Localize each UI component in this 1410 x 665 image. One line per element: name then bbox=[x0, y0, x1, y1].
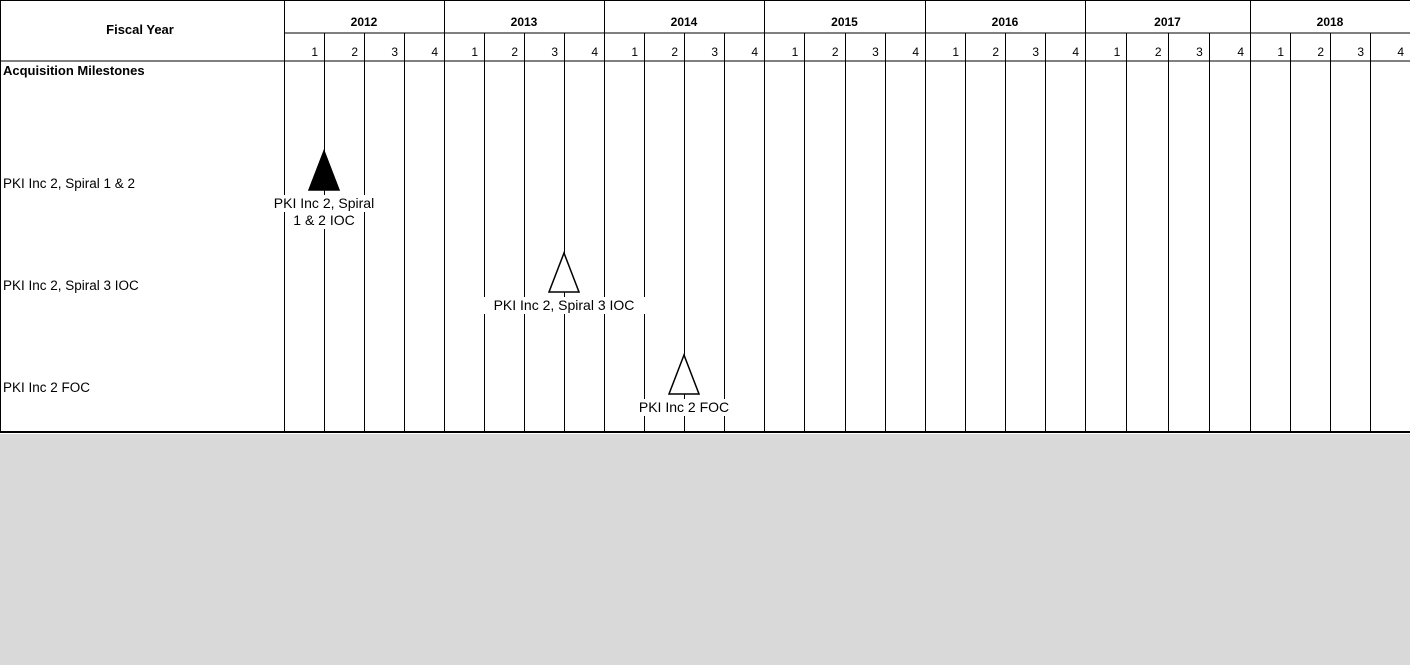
quarter-label: 4 bbox=[1397, 45, 1404, 59]
open-milestone-triangle bbox=[667, 352, 701, 395]
row-labels: PKI Inc 2, Spiral 1 & 2 PKI Inc 2, Spiral… bbox=[3, 176, 139, 395]
row-label: PKI Inc 2, Spiral 1 & 2 bbox=[3, 176, 135, 191]
milestone-label: PKI Inc 2, Spiral bbox=[274, 195, 374, 211]
quarter-label: 1 bbox=[631, 45, 638, 59]
quarter-label: 1 bbox=[1114, 45, 1121, 59]
quarter-label: 1 bbox=[792, 45, 799, 59]
milestone-label: 1 & 2 IOC bbox=[293, 212, 354, 228]
quarter-label: 2 bbox=[1155, 45, 1162, 59]
row-label: PKI Inc 2 FOC bbox=[3, 380, 90, 395]
quarter-label: 3 bbox=[391, 45, 398, 59]
year-label: 2013 bbox=[511, 15, 538, 29]
quarter-label: 4 bbox=[912, 45, 919, 59]
quarter-label: 2 bbox=[671, 45, 678, 59]
open-milestone-triangle bbox=[547, 250, 581, 293]
year-label: 2016 bbox=[992, 15, 1019, 29]
quarter-label: 1 bbox=[311, 45, 318, 59]
quarter-label: 2 bbox=[351, 45, 358, 59]
quarter-label: 3 bbox=[872, 45, 879, 59]
section-label: Acquisition Milestones bbox=[3, 63, 145, 78]
quarter-label: 2 bbox=[511, 45, 518, 59]
year-label: 2017 bbox=[1154, 15, 1181, 29]
milestone-label: PKI Inc 2, Spiral 3 IOC bbox=[494, 297, 635, 313]
quarter-label: 1 bbox=[952, 45, 959, 59]
year-label: 2018 bbox=[1317, 15, 1344, 29]
filled-milestone-triangle bbox=[307, 148, 341, 191]
quarter-label: 1 bbox=[1277, 45, 1284, 59]
quarter-label: 4 bbox=[591, 45, 598, 59]
milestone-label: PKI Inc 2 FOC bbox=[639, 399, 729, 415]
quarter-label: 4 bbox=[431, 45, 438, 59]
quarter-label: 2 bbox=[1317, 45, 1324, 59]
milestone-chart: Fiscal Year Acquisition Milestones 2012 2… bbox=[0, 0, 1410, 434]
quarter-label: 3 bbox=[1357, 45, 1364, 59]
year-label: 2015 bbox=[831, 15, 858, 29]
fiscal-year-label: Fiscal Year bbox=[106, 22, 174, 37]
quarter-label: 3 bbox=[711, 45, 718, 59]
quarter-label: 4 bbox=[1237, 45, 1244, 59]
quarter-label: 1 bbox=[471, 45, 478, 59]
quarter-label: 2 bbox=[832, 45, 839, 59]
quarter-label: 3 bbox=[1032, 45, 1039, 59]
row-label: PKI Inc 2, Spiral 3 IOC bbox=[3, 278, 139, 293]
chart-grid bbox=[0, 0, 1410, 433]
year-label: 2014 bbox=[671, 15, 698, 29]
quarter-label: 4 bbox=[1072, 45, 1079, 59]
quarter-label: 3 bbox=[551, 45, 558, 59]
quarter-label: 3 bbox=[1196, 45, 1203, 59]
quarter-labels: 1 2 3 4 1 2 3 4 1 2 3 4 1 2 3 4 1 2 3 4 1 2 3 4 1 2 3 4 bbox=[311, 45, 1404, 59]
year-label: 2012 bbox=[351, 15, 378, 29]
year-labels: 2012 2013 2014 2015 2016 2017 2018 bbox=[351, 15, 1344, 29]
quarter-label: 4 bbox=[751, 45, 758, 59]
quarter-label: 2 bbox=[992, 45, 999, 59]
milestones: PKI Inc 2, Spiral1 & 2 IOC PKI Inc 2, Spi… bbox=[257, 148, 736, 416]
